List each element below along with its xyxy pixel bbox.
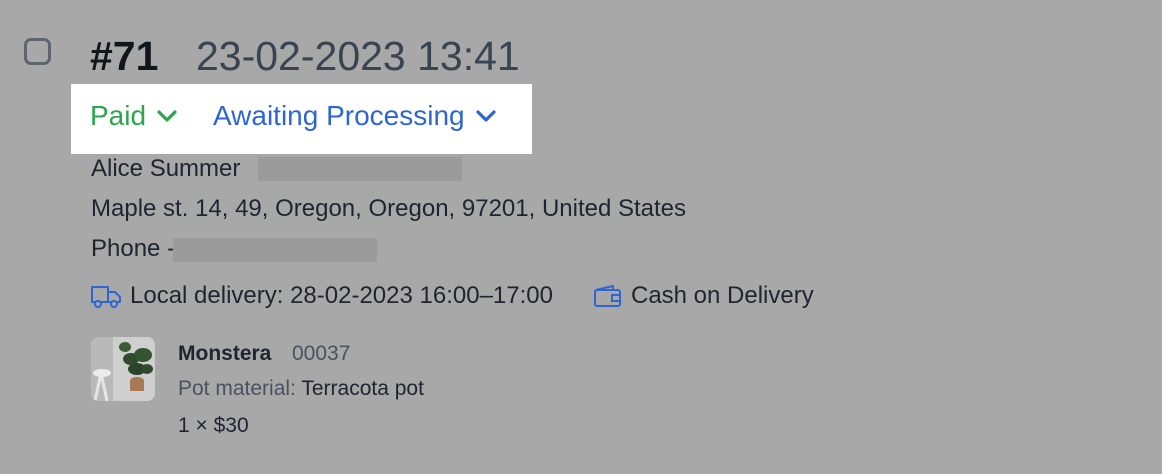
payment-method-label: Cash on Delivery xyxy=(630,282,814,309)
order-date: 23-02-2023 13:41 xyxy=(196,33,520,79)
payment-status-label: Paid xyxy=(90,100,147,131)
product-option: Pot material: Terracota pot xyxy=(178,375,424,403)
payment-method: Cash on Delivery xyxy=(593,282,814,310)
customer-phone-label: Phone - xyxy=(91,235,176,262)
redacted-phone xyxy=(173,238,377,262)
product-sku: 00037 xyxy=(292,342,351,365)
customer-name: Alice Summer xyxy=(91,155,241,182)
fulfillment-status-dropdown[interactable]: Awaiting Processing xyxy=(213,96,497,136)
order-number[interactable]: #71 xyxy=(90,30,158,82)
shipping-info-row: Local delivery: 28-02-2023 16:00–17:00 C… xyxy=(90,280,814,312)
product-quantity-price: 1 × $30 xyxy=(178,414,249,437)
truck-icon xyxy=(90,283,122,309)
product-name[interactable]: Monstera xyxy=(178,340,271,368)
product-option-value: Terracota pot xyxy=(301,377,424,400)
redacted-email xyxy=(258,157,462,181)
product-thumbnail[interactable] xyxy=(91,337,155,401)
product-option-label: Pot material: xyxy=(178,377,296,400)
fulfillment-status-label: Awaiting Processing xyxy=(213,100,465,131)
order-select-checkbox[interactable] xyxy=(24,38,51,65)
chevron-down-icon xyxy=(157,110,177,122)
shipping-method: Local delivery: 28-02-2023 16:00–17:00 xyxy=(130,282,553,309)
chevron-down-icon xyxy=(476,110,496,122)
payment-status-dropdown[interactable]: Paid xyxy=(90,96,178,136)
customer-address: Maple st. 14, 49, Oregon, Oregon, 97201,… xyxy=(91,195,687,222)
wallet-icon xyxy=(593,283,623,309)
